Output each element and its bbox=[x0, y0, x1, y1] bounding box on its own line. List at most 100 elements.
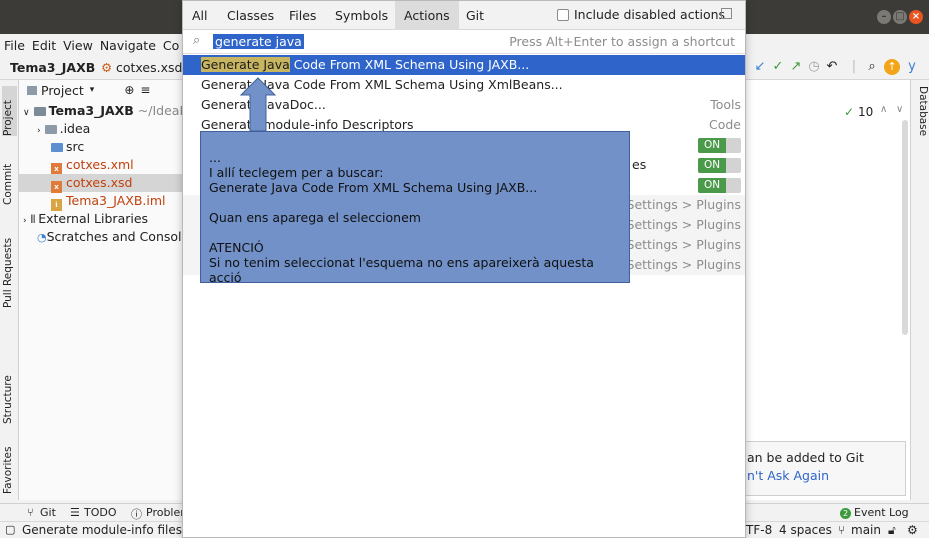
ide-logo-icon: y bbox=[908, 59, 916, 74]
tree-item-src[interactable]: src bbox=[51, 138, 84, 156]
include-disabled-label[interactable]: Include disabled actions bbox=[574, 7, 725, 22]
tree-item-label: src bbox=[66, 139, 85, 154]
tab-database[interactable]: Database bbox=[914, 86, 929, 156]
tree-item-iml[interactable]: i Tema3_JAXB.iml bbox=[51, 192, 166, 211]
git-branch[interactable]: main bbox=[851, 523, 881, 537]
shortcut-hint: Press Alt+Enter to assign a shortcut bbox=[509, 34, 735, 49]
include-disabled-checkbox[interactable] bbox=[557, 9, 569, 21]
library-icon: ⫴ bbox=[30, 213, 36, 226]
vcs-commit-icon[interactable]: ✓ bbox=[770, 59, 786, 75]
tab-git[interactable]: Git bbox=[457, 1, 493, 30]
option-toggle[interactable]: ON bbox=[698, 178, 741, 193]
tab-actions[interactable]: Actions bbox=[395, 1, 459, 30]
tab-commit[interactable]: Commit bbox=[2, 150, 17, 205]
chevron-down-icon[interactable]: ∨ bbox=[896, 104, 903, 115]
annotation-line: ATENCIÓ bbox=[209, 240, 264, 255]
annotation-callout: ... I allí teclegem per a buscar: Genera… bbox=[200, 131, 630, 285]
notification-text: an be added to Git bbox=[747, 450, 864, 465]
toggle-state: ON bbox=[698, 138, 726, 153]
tab-files[interactable]: Files bbox=[280, 1, 325, 30]
search-tabs: All Classes Files Symbols Actions Git In… bbox=[183, 1, 745, 30]
project-panel-title[interactable]: Project bbox=[41, 83, 84, 98]
tree-item-label: Tema3_JAXB bbox=[48, 103, 134, 118]
chevron-down-icon[interactable]: ∨ bbox=[23, 108, 30, 118]
inspection-check-icon[interactable]: ✓ bbox=[844, 105, 854, 119]
toggle-state: ON bbox=[698, 178, 726, 193]
tab-all[interactable]: All bbox=[183, 1, 217, 30]
tab-structure[interactable]: Structure bbox=[2, 354, 17, 424]
tree-item-cotxes-xsd[interactable]: x cotxes.xsd bbox=[19, 174, 184, 193]
tab-favorites[interactable]: Favorites bbox=[2, 432, 17, 494]
chevron-right-icon[interactable]: › bbox=[23, 216, 27, 226]
tree-item-label: cotxes.xsd bbox=[66, 175, 133, 190]
toggle-state: ON bbox=[698, 158, 726, 173]
result-label: Generate module-info Descriptors bbox=[201, 117, 414, 132]
tree-item-scratches[interactable]: ◔Scratches and Consoles bbox=[37, 228, 196, 246]
tree-item-cotxes-xml[interactable]: x cotxes.xml bbox=[51, 156, 134, 175]
rollback-icon[interactable]: ↶ bbox=[824, 59, 840, 75]
search-icon: ⌕ bbox=[193, 33, 201, 48]
tab-git[interactable]: Git bbox=[40, 506, 56, 519]
result-label: es bbox=[632, 157, 647, 172]
annotation-line: Generate Java Code From XML Schema Using… bbox=[209, 180, 538, 195]
collapse-all-icon[interactable]: ≡ bbox=[140, 83, 150, 97]
menu-navigate[interactable]: Navigate bbox=[100, 38, 156, 53]
tab-project[interactable]: Project bbox=[2, 86, 17, 136]
minimize-button[interactable]: – bbox=[877, 10, 891, 24]
menu-edit[interactable]: Edit bbox=[32, 38, 56, 53]
menu-view[interactable]: View bbox=[63, 38, 93, 53]
scratches-icon: ◔ bbox=[37, 231, 47, 244]
locate-file-icon[interactable]: ⊕ bbox=[124, 83, 134, 97]
tree-item-label: .idea bbox=[59, 121, 91, 136]
tab-symbols[interactable]: Symbols bbox=[326, 1, 397, 30]
project-view-icon bbox=[27, 85, 37, 95]
tree-item-label: External Libraries bbox=[38, 211, 149, 226]
indent-setting[interactable]: 4 spaces bbox=[779, 523, 832, 537]
result-jaxb[interactable]: Generate Java Code From XML Schema Using… bbox=[183, 55, 745, 75]
inspector-icon[interactable]: ⚙ bbox=[907, 523, 918, 537]
close-button[interactable]: × bbox=[909, 10, 923, 24]
tree-item-module[interactable]: ∨ Tema3_JAXB ~/IdeaP bbox=[23, 102, 187, 120]
file-encoding[interactable]: TF-8 bbox=[746, 523, 772, 537]
update-icon[interactable]: ↑ bbox=[884, 59, 900, 75]
tree-item-external-libraries[interactable]: › ⫴ External Libraries bbox=[23, 210, 148, 228]
menu-file[interactable]: File bbox=[4, 38, 25, 53]
tab-pull-requests[interactable]: Pull Requests bbox=[2, 218, 17, 308]
inspection-count[interactable]: 10 bbox=[858, 105, 873, 119]
editor-scrollbar[interactable] bbox=[902, 120, 908, 335]
branch-icon: ⑂ bbox=[838, 523, 846, 537]
option-toggle[interactable]: ON bbox=[698, 158, 741, 173]
tree-item-label: Scratches and Consoles bbox=[46, 229, 196, 244]
maximize-button[interactable]: □ bbox=[893, 10, 907, 24]
vcs-update-icon[interactable]: ↙ bbox=[752, 59, 768, 75]
problems-icon: ⓘ bbox=[131, 508, 142, 521]
vcs-push-icon[interactable]: ↗ bbox=[788, 59, 804, 75]
annotation-line: Si no tenim seleccionat l'esquema no ens… bbox=[209, 255, 594, 285]
right-tool-strip: Database bbox=[910, 80, 929, 500]
chevron-down-icon[interactable]: ▾ bbox=[90, 85, 95, 95]
annotation-line: I allí teclegem per a buscar: bbox=[209, 165, 384, 180]
annotation-line: ... bbox=[209, 150, 221, 165]
breadcrumb-file[interactable]: cotxes.xsd bbox=[116, 60, 182, 75]
option-toggle[interactable]: ON bbox=[698, 138, 741, 153]
chevron-right-icon[interactable]: › bbox=[37, 126, 41, 136]
search-icon[interactable]: ⌕ bbox=[864, 59, 880, 75]
lock-icon[interactable]: 🔓︎ bbox=[888, 523, 896, 538]
tab-event-log[interactable]: Event Log bbox=[854, 506, 909, 519]
tab-todo[interactable]: TODO bbox=[84, 506, 117, 519]
search-input[interactable]: generate java bbox=[213, 34, 304, 49]
tree-item-idea[interactable]: › .idea bbox=[37, 120, 90, 138]
breadcrumb-project[interactable]: Tema3_JAXB bbox=[10, 60, 95, 75]
folder-icon bbox=[44, 125, 57, 134]
tree-item-path: ~/IdeaP bbox=[137, 103, 188, 118]
status-toggle-icon[interactable]: ▢ bbox=[5, 523, 15, 536]
preview-toggle-icon[interactable] bbox=[721, 8, 732, 19]
tab-classes[interactable]: Classes bbox=[218, 1, 283, 30]
result-group: Settings > Plugins bbox=[626, 197, 741, 212]
history-icon[interactable]: ◷ bbox=[806, 59, 822, 75]
tree-item-label: Tema3_JAXB.iml bbox=[66, 193, 166, 208]
chevron-up-icon[interactable]: ∧ bbox=[880, 104, 887, 115]
search-bar: ⌕ generate java Press Alt+Enter to assig… bbox=[183, 30, 745, 54]
dont-ask-again-link[interactable]: n't Ask Again bbox=[747, 468, 829, 483]
menu-code[interactable]: Co bbox=[163, 38, 179, 53]
